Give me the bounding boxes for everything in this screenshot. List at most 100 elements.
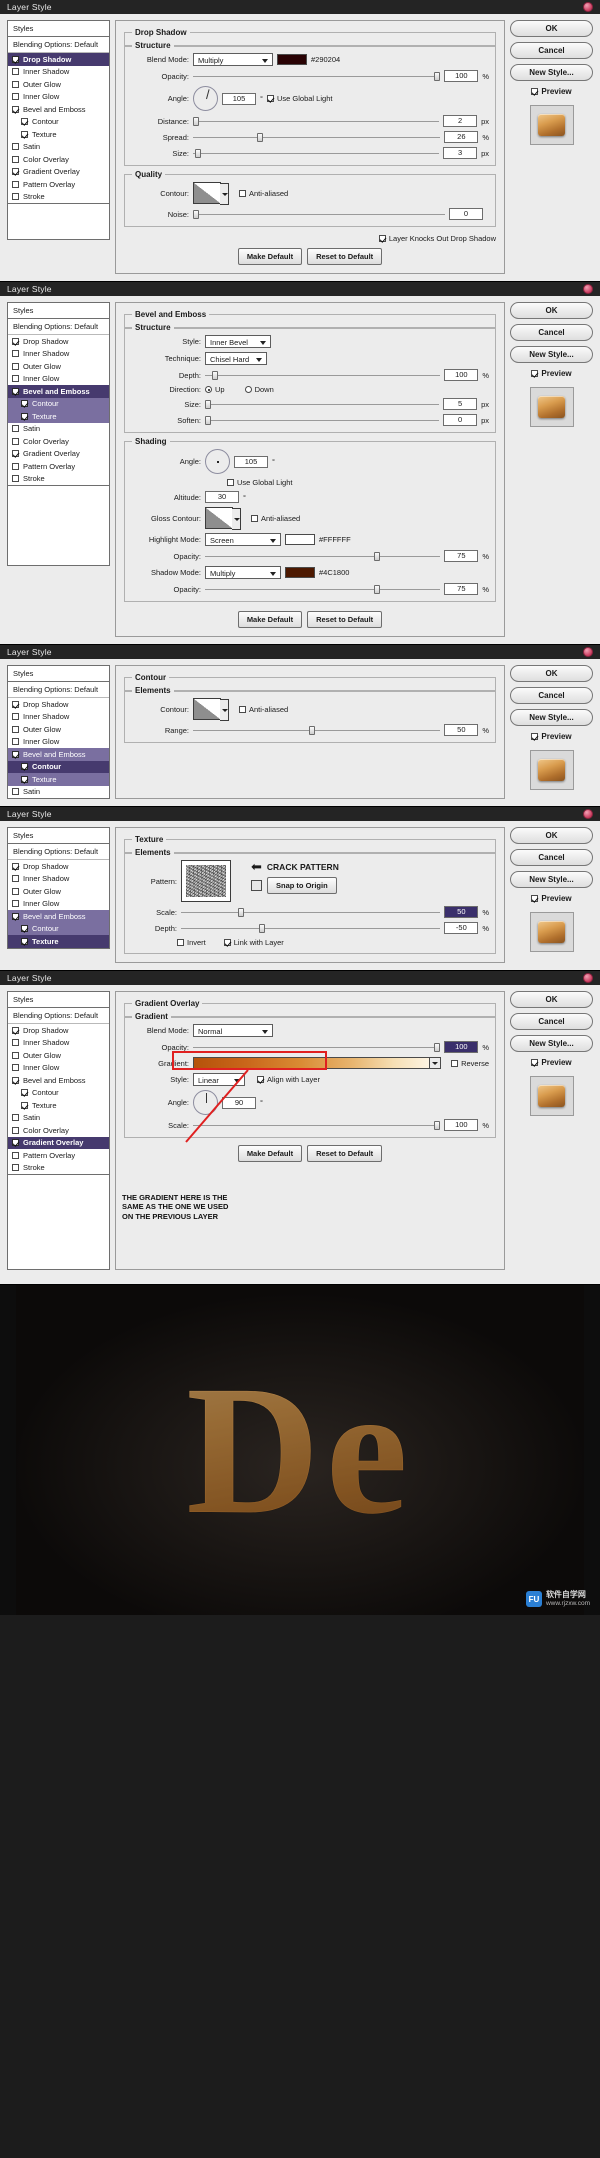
direction-down-radio[interactable]: Down bbox=[244, 385, 274, 394]
size-slider[interactable] bbox=[193, 148, 440, 159]
checkbox-icon[interactable] bbox=[12, 168, 19, 176]
checkbox-icon[interactable] bbox=[12, 387, 19, 395]
shadow-mode-select[interactable]: Multiply bbox=[205, 566, 281, 579]
sidebar-item-outer-glow[interactable]: Outer Glow bbox=[8, 1049, 109, 1062]
close-icon[interactable] bbox=[583, 973, 593, 983]
sidebar-item-stroke[interactable]: Stroke bbox=[8, 190, 109, 203]
checkbox-icon[interactable] bbox=[12, 1064, 19, 1072]
sidebar-item-inner-shadow[interactable]: Inner Shadow bbox=[8, 65, 109, 78]
snap-to-origin-button[interactable]: Snap to Origin bbox=[267, 877, 337, 894]
new-style-button[interactable]: New Style... bbox=[510, 1035, 593, 1052]
checkbox-icon[interactable] bbox=[12, 1114, 19, 1122]
checkbox-icon[interactable] bbox=[12, 862, 19, 870]
opacity-value[interactable]: 100 bbox=[444, 1041, 479, 1053]
checkbox-icon[interactable] bbox=[12, 450, 19, 458]
slider-knob[interactable] bbox=[258, 923, 265, 933]
checkbox-icon[interactable] bbox=[451, 1059, 459, 1067]
sidebar-item-inner-glow[interactable]: Inner Glow bbox=[8, 1061, 109, 1074]
checkbox-icon[interactable] bbox=[227, 479, 234, 486]
scale-value[interactable]: 50 bbox=[444, 906, 479, 918]
align-with-layer-checkbox[interactable]: Align with Layer bbox=[257, 1075, 320, 1084]
sidebar-item-bevel-and-emboss[interactable]: Bevel and Emboss bbox=[8, 748, 109, 761]
preview-checkbox[interactable]: Preview bbox=[510, 894, 593, 903]
checkbox-icon[interactable] bbox=[21, 400, 28, 408]
angle-dial[interactable] bbox=[205, 449, 230, 474]
sidebar-item-color-overlay[interactable]: Color Overlay bbox=[8, 435, 109, 448]
blending-options-item[interactable]: Blending Options: Default bbox=[8, 682, 109, 698]
range-value[interactable]: 50 bbox=[444, 724, 479, 736]
preview-checkbox[interactable]: Preview bbox=[510, 87, 593, 96]
checkbox-icon[interactable] bbox=[12, 713, 19, 721]
blend-mode-select[interactable]: Normal bbox=[193, 1024, 273, 1037]
cancel-button[interactable]: Cancel bbox=[510, 42, 593, 59]
highlight-opacity-value[interactable]: 75 bbox=[444, 550, 479, 562]
checkbox-icon[interactable] bbox=[12, 68, 19, 76]
checkbox-icon[interactable] bbox=[21, 937, 28, 945]
checkbox-icon[interactable] bbox=[12, 1076, 19, 1084]
spread-slider[interactable] bbox=[193, 132, 441, 143]
direction-up-radio[interactable]: Up bbox=[205, 385, 225, 394]
checkbox-icon[interactable] bbox=[12, 788, 19, 796]
checkbox-icon[interactable] bbox=[12, 143, 19, 151]
close-icon[interactable] bbox=[583, 809, 593, 819]
sidebar-item-contour[interactable]: Contour bbox=[8, 1086, 109, 1099]
cancel-button[interactable]: Cancel bbox=[510, 324, 593, 341]
slider-knob[interactable] bbox=[434, 1042, 441, 1052]
slider-knob[interactable] bbox=[374, 551, 381, 561]
highlight-color-swatch[interactable] bbox=[285, 534, 315, 545]
new-style-button[interactable]: New Style... bbox=[510, 346, 593, 363]
sidebar-item-drop-shadow[interactable]: Drop Shadow bbox=[8, 53, 109, 66]
invert-checkbox[interactable]: Invert bbox=[177, 938, 206, 947]
checkbox-icon[interactable] bbox=[531, 895, 539, 902]
blending-options-item[interactable]: Blending Options: Default bbox=[8, 1008, 109, 1024]
checkbox-icon[interactable] bbox=[21, 1089, 28, 1097]
range-slider[interactable] bbox=[193, 725, 441, 736]
gradient-style-select[interactable]: Linear bbox=[193, 1073, 245, 1086]
sidebar-item-contour[interactable]: Contour bbox=[8, 760, 109, 773]
checkbox-icon[interactable] bbox=[12, 1139, 19, 1147]
sidebar-item-contour[interactable]: Contour bbox=[8, 397, 109, 410]
slider-knob[interactable] bbox=[193, 209, 199, 219]
checkbox-icon[interactable] bbox=[12, 105, 19, 113]
styles-header[interactable]: Styles bbox=[8, 303, 109, 319]
checkbox-icon[interactable] bbox=[12, 462, 19, 470]
new-style-button[interactable]: New Style... bbox=[510, 871, 593, 888]
sidebar-item-color-overlay[interactable]: Color Overlay bbox=[8, 1124, 109, 1137]
sidebar-item-texture[interactable]: Texture bbox=[8, 128, 109, 141]
checkbox-icon[interactable] bbox=[12, 375, 19, 383]
checkbox-icon[interactable] bbox=[531, 88, 539, 95]
sidebar-item-inner-glow[interactable]: Inner Glow bbox=[8, 897, 109, 910]
highlight-opacity-slider[interactable] bbox=[205, 551, 441, 562]
checkbox-icon[interactable] bbox=[12, 362, 19, 370]
checkbox-icon[interactable] bbox=[12, 738, 19, 746]
sidebar-item-outer-glow[interactable]: Outer Glow bbox=[8, 885, 109, 898]
checkbox-icon[interactable] bbox=[531, 733, 539, 740]
checkbox-icon[interactable] bbox=[239, 190, 246, 197]
sidebar-item-outer-glow[interactable]: Outer Glow bbox=[8, 78, 109, 91]
slider-knob[interactable] bbox=[212, 370, 219, 380]
styles-header[interactable]: Styles bbox=[8, 21, 109, 37]
scale-value[interactable]: 100 bbox=[444, 1119, 479, 1131]
size-value[interactable]: 3 bbox=[443, 147, 478, 159]
checkbox-icon[interactable] bbox=[12, 80, 19, 88]
checkbox-icon[interactable] bbox=[12, 155, 19, 163]
bevel-style-select[interactable]: Inner Bevel bbox=[205, 335, 271, 348]
chevron-down-icon[interactable] bbox=[430, 1057, 442, 1069]
sidebar-item-satin[interactable]: Satin bbox=[8, 785, 109, 798]
layer-knocks-out-checkbox[interactable]: Layer Knocks Out Drop Shadow bbox=[378, 234, 496, 243]
distance-value[interactable]: 2 bbox=[443, 115, 478, 127]
sidebar-item-drop-shadow[interactable]: Drop Shadow bbox=[8, 860, 109, 873]
checkbox-icon[interactable] bbox=[12, 425, 19, 433]
checkbox-icon[interactable] bbox=[12, 93, 19, 101]
checkbox-icon[interactable] bbox=[12, 1151, 19, 1159]
depth-slider[interactable] bbox=[205, 370, 441, 381]
sidebar-item-satin[interactable]: Satin bbox=[8, 422, 109, 435]
sidebar-item-color-overlay[interactable]: Color Overlay bbox=[8, 153, 109, 166]
checkbox-icon[interactable] bbox=[12, 700, 19, 708]
checkbox-icon[interactable] bbox=[12, 475, 19, 483]
sidebar-item-drop-shadow[interactable]: Drop Shadow bbox=[8, 698, 109, 711]
ok-button[interactable]: OK bbox=[510, 20, 593, 37]
chevron-down-icon[interactable] bbox=[232, 508, 241, 530]
depth-value[interactable]: -50 bbox=[444, 922, 479, 934]
sidebar-item-gradient-overlay[interactable]: Gradient Overlay bbox=[8, 447, 109, 460]
